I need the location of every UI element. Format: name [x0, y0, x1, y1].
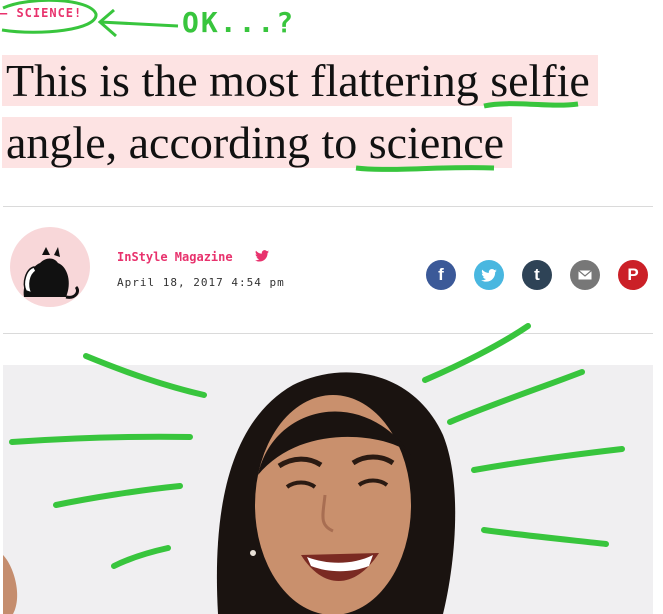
- smiling-woman-photo: [3, 365, 653, 614]
- facebook-icon: f: [438, 265, 444, 284]
- hero-image: [3, 365, 653, 614]
- pinterest-share-button[interactable]: P: [618, 260, 648, 290]
- divider-top: [3, 206, 653, 207]
- twitter-share-button[interactable]: [474, 260, 504, 290]
- author-name[interactable]: InStyle Magazine: [117, 250, 233, 264]
- mail-icon: [578, 270, 592, 280]
- email-share-button[interactable]: [570, 260, 600, 290]
- publish-date: April 18, 2017 4:54 pm: [117, 276, 285, 289]
- author-avatar[interactable]: [10, 227, 90, 307]
- handwritten-annotation: OK...?: [182, 6, 296, 39]
- article-headline: This is the most flattering selfie angle…: [2, 50, 642, 174]
- headline-line-1: This is the most flattering selfie: [2, 55, 598, 106]
- twitter-icon: [481, 268, 497, 282]
- headline-line-2: angle, according to science: [2, 117, 513, 168]
- cat-portrait-icon: [23, 247, 80, 299]
- author-twitter-icon[interactable]: [255, 250, 269, 262]
- tumblr-icon: t: [534, 265, 540, 284]
- divider-bottom: [3, 333, 653, 334]
- pinterest-icon: P: [627, 265, 639, 284]
- tumblr-share-button[interactable]: t: [522, 260, 552, 290]
- facebook-share-button[interactable]: f: [426, 260, 456, 290]
